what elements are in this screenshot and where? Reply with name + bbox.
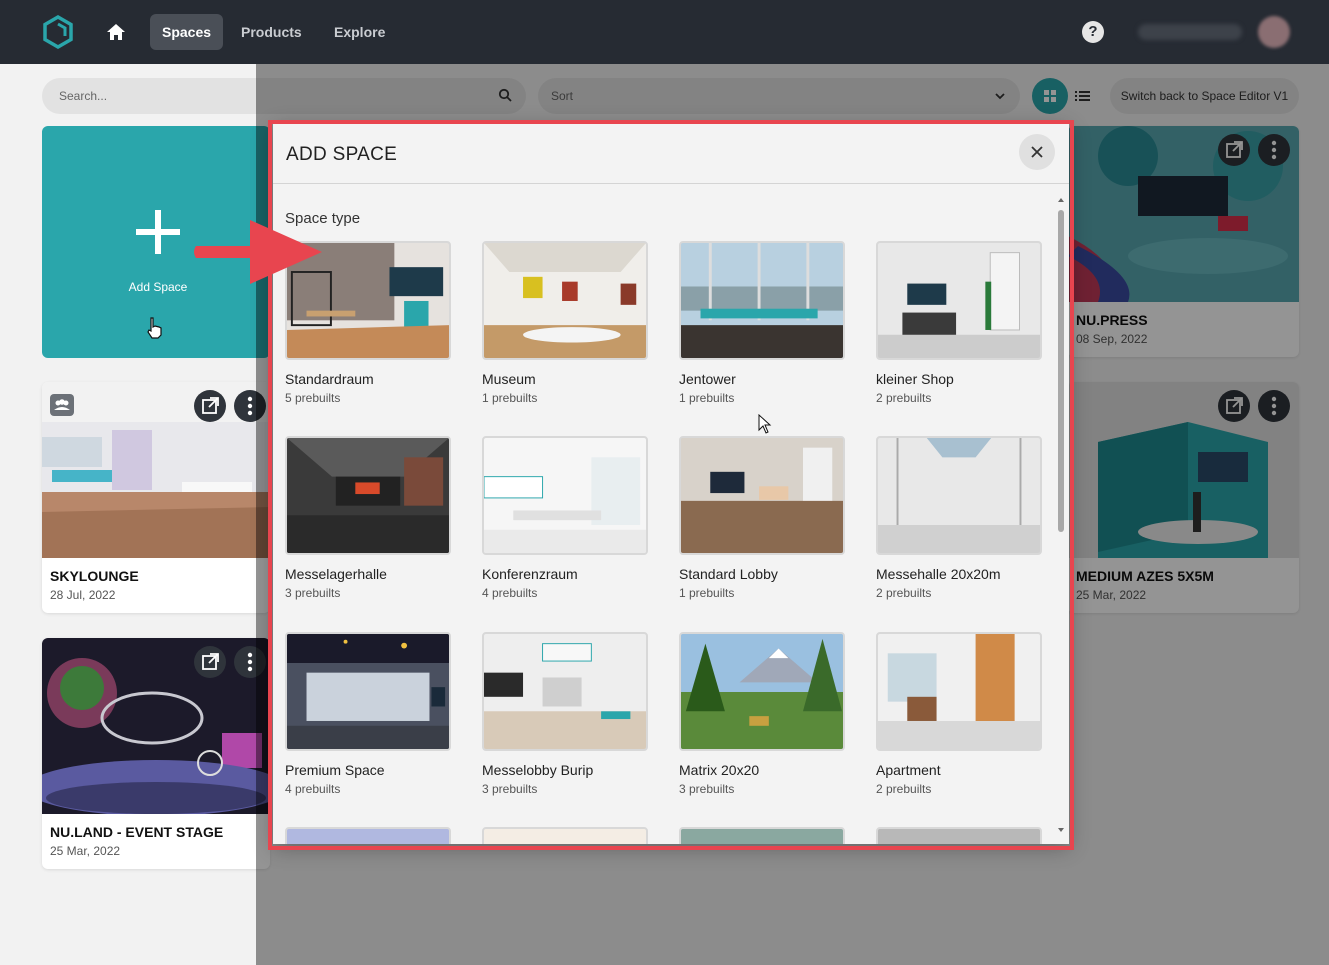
space-type-prebuilts: 3 prebuilts: [679, 782, 735, 796]
space-type-thumbnail: [876, 436, 1042, 555]
card-date: 28 Jul, 2022: [50, 588, 116, 602]
space-type-prebuilts: 3 prebuilts: [482, 782, 538, 796]
plus-icon: [136, 210, 180, 254]
search-placeholder: Search...: [59, 89, 108, 103]
space-type-prebuilts: 4 prebuilts: [482, 586, 538, 600]
open-external-button[interactable]: [194, 646, 226, 678]
app-logo-icon[interactable]: [42, 15, 74, 49]
nav-spaces[interactable]: Spaces: [150, 14, 224, 50]
space-type-thumbnail: [876, 241, 1042, 360]
card-title: NU.LAND - EVENT STAGE: [50, 824, 224, 840]
space-type-name: Konferenzraum: [482, 566, 578, 582]
space-type-thumbnail: [482, 241, 648, 360]
space-type-name: Standardraum: [285, 371, 374, 387]
scrollbar-thumb[interactable]: [1058, 210, 1064, 532]
space-type-thumbnail: [482, 632, 648, 751]
space-type-prebuilts: 4 prebuilts: [285, 782, 341, 796]
space-type-name: Standard Lobby: [679, 566, 778, 582]
avatar[interactable]: [1258, 16, 1290, 48]
annotation-arrow-icon: [194, 220, 322, 284]
space-type-prebuilts: 3 prebuilts: [285, 586, 341, 600]
close-button[interactable]: [1019, 134, 1055, 170]
space-type-name: Messelobby Burip: [482, 762, 594, 778]
hand-cursor-icon: [147, 317, 162, 339]
space-type-prebuilts: 1 prebuilts: [482, 391, 538, 405]
nav-explore[interactable]: Explore: [322, 14, 397, 50]
space-type-thumbnail: [482, 827, 648, 844]
home-icon[interactable]: [104, 20, 128, 44]
space-type-thumbnail: [876, 632, 1042, 751]
open-external-button[interactable]: [194, 390, 226, 422]
space-type-thumbnail: [285, 827, 451, 844]
space-type-name: Apartment: [876, 762, 941, 778]
scroll-up-arrow-icon[interactable]: [1057, 196, 1065, 204]
space-type-name: Museum: [482, 371, 536, 387]
open-external-icon: [202, 397, 219, 414]
mouse-cursor-icon: [758, 414, 772, 434]
close-icon: [1031, 146, 1043, 158]
add-space-modal: ADD SPACE Space type Standardraum 5 preb…: [273, 124, 1069, 844]
card-title: SKYLOUNGE: [50, 568, 139, 584]
space-type-thumbnail: [285, 436, 451, 555]
space-type-thumbnail: [679, 436, 845, 555]
space-type-name: kleiner Shop: [876, 371, 954, 387]
card-date: 25 Mar, 2022: [50, 844, 121, 858]
space-card[interactable]: SKYLOUNGE 28 Jul, 2022: [42, 382, 270, 613]
space-card[interactable]: NU.LAND - EVENT STAGE 25 Mar, 2022: [42, 638, 270, 869]
space-type-prebuilts: 1 prebuilts: [679, 391, 735, 405]
space-type-prebuilts: 2 prebuilts: [876, 391, 932, 405]
modal-scrollbar[interactable]: [1057, 196, 1065, 836]
space-type-thumbnail: [482, 436, 648, 555]
space-type-thumbnail: [876, 827, 1042, 844]
space-type-prebuilts: 5 prebuilts: [285, 391, 341, 405]
open-external-icon: [202, 653, 219, 670]
space-type-name: Jentower: [679, 371, 736, 387]
space-type-name: Premium Space: [285, 762, 385, 778]
scroll-down-arrow-icon[interactable]: [1057, 826, 1065, 834]
top-nav-bar: Spaces Products Explore ?: [0, 0, 1329, 64]
space-type-thumbnail: [679, 632, 845, 751]
modal-title: ADD SPACE: [286, 144, 398, 165]
space-type-name: Messelagerhalle: [285, 566, 387, 582]
space-type-thumbnail: [285, 632, 451, 751]
space-type-prebuilts: 2 prebuilts: [876, 586, 932, 600]
space-type-name: Matrix 20x20: [679, 762, 760, 778]
space-type-prebuilts: 1 prebuilts: [679, 586, 735, 600]
space-type-name: Messehalle 20x20m: [876, 566, 1001, 582]
nav-products[interactable]: Products: [229, 14, 314, 50]
space-type-thumbnail: [679, 241, 845, 360]
help-icon[interactable]: ?: [1082, 21, 1104, 43]
group-icon: [50, 394, 74, 416]
modal-divider: [273, 183, 1069, 184]
username-blurred[interactable]: [1138, 24, 1242, 40]
space-type-thumbnail: [679, 827, 845, 844]
space-type-prebuilts: 2 prebuilts: [876, 782, 932, 796]
